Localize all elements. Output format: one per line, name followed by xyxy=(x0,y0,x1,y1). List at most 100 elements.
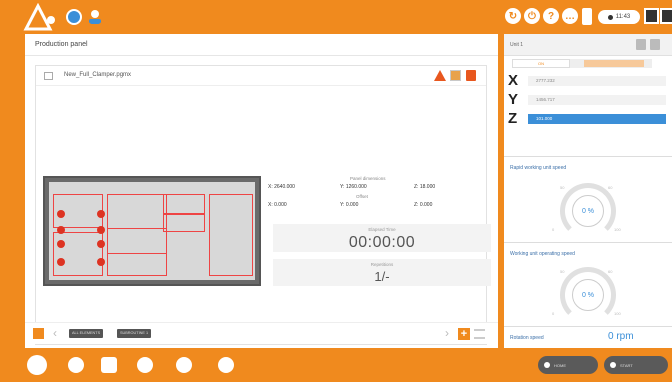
dim-z: Z: 18.000 xyxy=(414,184,436,190)
program-bar: ‹ ALL ELEMENTS SUBROUTINE 1 › + xyxy=(25,322,498,344)
operator-menu-icon[interactable] xyxy=(68,357,84,373)
axis-y: Y 1456.717 xyxy=(504,91,672,109)
dim-x: X: 2640.000 xyxy=(268,184,295,190)
elapsed-caption: Elapsed Time xyxy=(368,227,396,232)
clamp-pin xyxy=(57,210,65,218)
warning-icon[interactable] xyxy=(434,70,446,81)
gauge-value: 0 % xyxy=(581,292,595,299)
home-menu-icon[interactable] xyxy=(27,355,47,375)
program-tag[interactable]: SUBROUTINE 1 xyxy=(117,329,152,338)
rapid-speed-gauge[interactable]: 0 % 50 60 0 100 xyxy=(552,175,624,239)
file-icon xyxy=(44,72,53,80)
offset-z: Z: 0.000 xyxy=(414,202,433,208)
machine-menu-icon[interactable] xyxy=(101,357,117,373)
clamp-zone xyxy=(107,228,167,276)
info-button[interactable]: … xyxy=(562,8,578,24)
power-button[interactable]: ⏻ xyxy=(524,8,540,24)
elapsed-time: 00:00:00 xyxy=(348,234,416,251)
clamp-pin xyxy=(57,258,65,266)
close-window-icon[interactable] xyxy=(660,8,672,24)
panel-title: Production panel xyxy=(25,34,498,56)
home-pill[interactable]: HOME xyxy=(538,356,598,374)
mode-off[interactable] xyxy=(584,60,644,67)
unit-panel: Unit 1 ON X 2777.232 Y 1456.717 Z 101.00… xyxy=(504,34,672,348)
add-button[interactable]: + xyxy=(458,328,470,340)
axis-field[interactable]: 101.000 xyxy=(528,114,666,124)
clamp-pin xyxy=(97,226,105,234)
tools-menu-icon[interactable] xyxy=(176,357,192,373)
gauge-tick: 100 xyxy=(614,311,621,316)
pill-label: HOME xyxy=(554,362,566,368)
rotation-speed-row: Rotation speed 0 rpm xyxy=(504,326,672,348)
gauge-value: 0 % xyxy=(581,208,595,215)
program-viewer: New_Full_Clamper.pgmx Panel dimensions X… xyxy=(35,65,491,345)
gauge-tick: 60 xyxy=(608,269,613,274)
operator-icon[interactable] xyxy=(87,9,103,25)
dim-y: Y: 1260.000 xyxy=(340,184,367,190)
unit-label: Unit 1 xyxy=(510,42,524,48)
repetitions-caption: Repetitions xyxy=(370,262,394,267)
clamp-pin xyxy=(57,226,65,234)
gauge-title: Working unit operating speed xyxy=(510,251,575,257)
minimize-window-icon[interactable] xyxy=(644,8,659,24)
gauge-tick: 100 xyxy=(614,227,621,232)
alarm-menu-icon[interactable] xyxy=(137,357,153,373)
settings-icon[interactable] xyxy=(66,9,82,25)
list-icon[interactable] xyxy=(474,329,485,339)
status-dot-icon xyxy=(607,14,613,20)
phone-icon xyxy=(582,8,592,25)
unit-icon[interactable] xyxy=(636,39,646,50)
help-button[interactable]: ? xyxy=(543,8,559,24)
axis-field[interactable]: 2777.232 xyxy=(528,76,666,86)
start-pill[interactable]: START xyxy=(604,356,668,374)
clamp-zone xyxy=(163,194,205,214)
program-info: Panel dimensions X: 2640.000 Y: 1260.000… xyxy=(268,176,491,306)
program-icon[interactable] xyxy=(33,328,44,339)
axis-x: X 2777.232 xyxy=(504,72,672,90)
unit-icon[interactable] xyxy=(650,39,660,50)
panel-surface xyxy=(49,182,255,280)
mode-toggle[interactable]: ON xyxy=(512,59,652,68)
gauge-tick: 50 xyxy=(560,269,565,274)
delete-icon[interactable] xyxy=(466,70,476,81)
operating-speed-gauge[interactable]: 0 % 50 60 0 100 xyxy=(552,259,624,323)
clamp-pin xyxy=(97,258,105,266)
maintenance-menu-icon[interactable] xyxy=(218,357,234,373)
elapsed-time-box: Elapsed Time 00:00:00 xyxy=(273,224,491,252)
repetitions-box: Repetitions 1/- xyxy=(273,259,491,286)
unit-selector[interactable]: Unit 1 xyxy=(504,34,672,56)
chevron-right-icon[interactable]: › xyxy=(445,326,449,340)
production-panel: Production panel New_Full_Clamper.pgmx P… xyxy=(25,34,498,348)
status-indicator: 11:43 xyxy=(598,10,640,24)
status-time: 11:43 xyxy=(615,14,631,20)
gauge-tick: 0 xyxy=(552,227,555,232)
axis-z: Z 101.000 xyxy=(504,110,672,128)
rotation-value: 0 rpm xyxy=(608,331,634,342)
clamp-pin xyxy=(57,240,65,248)
pill-dot-icon xyxy=(610,362,616,368)
offset-caption: Offset xyxy=(356,194,368,199)
refresh-button[interactable]: ↻ xyxy=(505,8,521,24)
dimensions-caption: Panel dimensions xyxy=(350,176,386,181)
axis-letter: Y xyxy=(508,91,519,108)
chevron-left-icon[interactable]: ‹ xyxy=(53,326,57,340)
pill-dot-icon xyxy=(544,362,550,368)
rotation-label: Rotation speed xyxy=(510,335,544,341)
axis-field[interactable]: 1456.717 xyxy=(528,95,666,105)
pill-label: START xyxy=(620,362,633,368)
edit-icon[interactable] xyxy=(450,70,461,81)
rapid-speed-card: Rapid working unit speed 0 % 50 60 0 100 xyxy=(504,156,672,242)
clamp-zone xyxy=(163,214,205,232)
axis-letter: X xyxy=(508,72,519,89)
viewer-header: New_Full_Clamper.pgmx xyxy=(36,66,486,86)
mode-on[interactable]: ON xyxy=(512,59,570,68)
top-bar: ↻ ⏻ ? … 11:43 xyxy=(0,0,672,34)
clamp-pin xyxy=(97,210,105,218)
gauge-tick: 50 xyxy=(560,185,565,190)
axis-letter: Z xyxy=(508,110,518,127)
program-tag[interactable]: ALL ELEMENTS xyxy=(69,329,104,338)
clamp-zone xyxy=(53,232,103,276)
operating-speed-card: Working unit operating speed 0 % 50 60 0… xyxy=(504,242,672,326)
gauge-tick: 60 xyxy=(608,185,613,190)
repetitions-value: 1/- xyxy=(374,269,390,284)
